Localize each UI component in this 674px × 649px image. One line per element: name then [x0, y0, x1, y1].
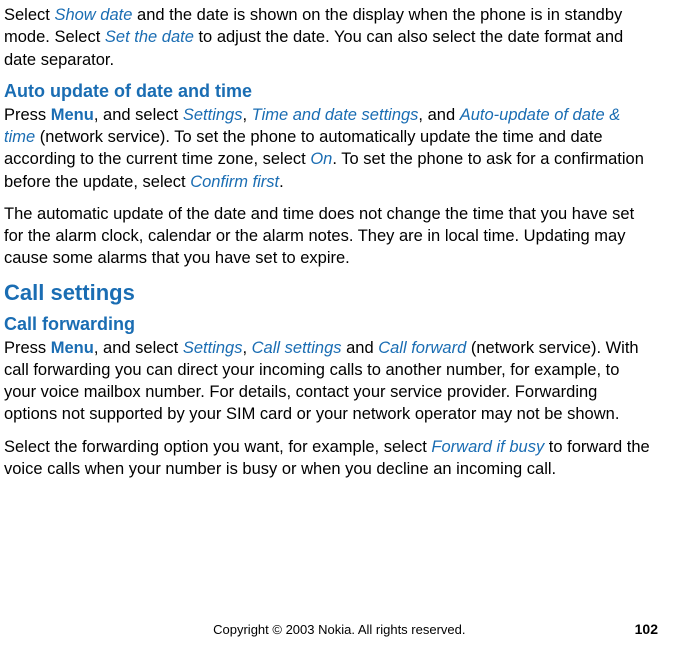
text: Select the forwarding option you want, f…	[4, 438, 431, 456]
ui-term-on: On	[310, 150, 332, 168]
page-content: Select Show date and the date is shown o…	[0, 0, 674, 480]
paragraph-forward-if-busy: Select the forwarding option you want, f…	[4, 436, 654, 481]
ui-term-call-forward: Call forward	[378, 339, 466, 357]
text: Press	[4, 339, 51, 357]
text: ,	[242, 106, 251, 124]
text: Select	[4, 6, 54, 24]
ui-term-forward-if-busy: Forward if busy	[431, 438, 544, 456]
text: , and	[418, 106, 459, 124]
ui-term-call-settings: Call settings	[252, 339, 342, 357]
paragraph-auto-update-note: The automatic update of the date and tim…	[4, 203, 654, 270]
text: , and select	[94, 106, 183, 124]
text: .	[279, 173, 284, 191]
ui-term-settings: Settings	[183, 106, 243, 124]
ui-term-confirm-first: Confirm first	[190, 173, 279, 191]
ui-term-settings: Settings	[183, 339, 243, 357]
paragraph-call-forward-steps: Press Menu, and select Settings, Call se…	[4, 337, 654, 426]
ui-term-menu: Menu	[51, 106, 94, 124]
heading-call-forwarding: Call forwarding	[4, 314, 654, 335]
paragraph-auto-update-steps: Press Menu, and select Settings, Time an…	[4, 104, 654, 193]
text: ,	[242, 339, 251, 357]
text: , and select	[94, 339, 183, 357]
heading-call-settings: Call settings	[4, 280, 654, 306]
page-footer: Copyright © 2003 Nokia. All rights reser…	[0, 621, 674, 637]
ui-term-set-the-date: Set the date	[105, 28, 194, 46]
text: and	[342, 339, 379, 357]
ui-term-menu: Menu	[51, 339, 94, 357]
page-number: 102	[635, 621, 658, 637]
copyright-text: Copyright © 2003 Nokia. All rights reser…	[44, 622, 635, 637]
ui-term-show-date: Show date	[54, 6, 132, 24]
ui-term-time-date-settings: Time and date settings	[252, 106, 419, 124]
paragraph-show-date: Select Show date and the date is shown o…	[4, 4, 654, 71]
text: Press	[4, 106, 51, 124]
heading-auto-update: Auto update of date and time	[4, 81, 654, 102]
